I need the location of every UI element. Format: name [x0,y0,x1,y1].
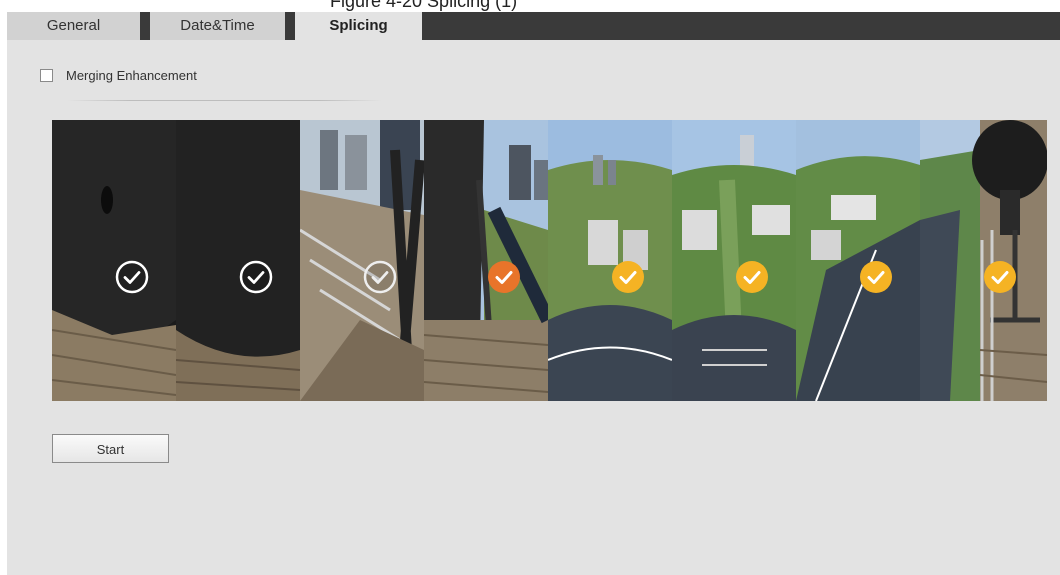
frame-6-select-marker[interactable] [735,260,769,294]
check-circle-filled-icon [984,261,1016,293]
merging-enhancement-checkbox[interactable] [40,69,53,82]
tab-splicing[interactable]: Splicing [295,12,422,40]
frame-2-select-marker[interactable] [239,260,273,294]
frame-5-select-marker[interactable] [611,260,645,294]
tab-date-time[interactable]: Date&Time [150,12,285,40]
preview-frame-7 [796,120,920,401]
start-button[interactable]: Start [52,434,169,463]
preview-frame-3 [300,120,424,401]
frame-8-select-marker[interactable] [983,260,1017,294]
tab-bar: General Date&Time Splicing [7,12,1060,40]
splicing-preview-strip [52,120,1047,401]
merging-enhancement-label: Merging Enhancement [66,68,197,83]
check-circle-filled-icon [860,261,892,293]
figure-caption: Figure 4-20 Splicing (1) [330,0,518,11]
preview-frame-6 [672,120,796,401]
divider [67,100,382,101]
tab-general[interactable]: General [7,12,140,40]
check-circle-outline-icon [115,260,149,294]
splicing-panel: General Date&Time Splicing Merging Enhan… [7,12,1060,575]
check-circle-outline-icon [363,260,397,294]
preview-frame-4 [424,120,548,401]
frame-3-select-marker[interactable] [363,260,397,294]
preview-frame-2 [176,120,300,401]
preview-frame-1 [52,120,176,401]
check-circle-filled-icon [488,261,520,293]
figure-caption-strip: Figure 4-20 Splicing (1) [0,0,1060,12]
frame-7-select-marker[interactable] [859,260,893,294]
check-circle-filled-icon [736,261,768,293]
check-circle-filled-icon [612,261,644,293]
frame-4-select-marker[interactable] [487,260,521,294]
frame-1-select-marker[interactable] [115,260,149,294]
check-circle-outline-icon [239,260,273,294]
preview-frame-5 [548,120,672,401]
